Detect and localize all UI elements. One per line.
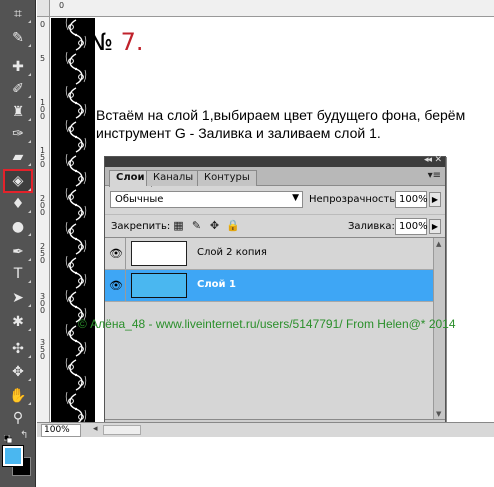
panel-menu-icon[interactable]: ▾≡ xyxy=(428,170,441,181)
step-prefix: № xyxy=(88,28,113,56)
layer-thumbnail xyxy=(131,241,187,266)
ruler-tick-label: 5 xyxy=(39,54,46,63)
eyedropper-icon[interactable]: ✎ xyxy=(4,28,32,48)
panel-tabs: Слои Каналы Контуры ▾≡ xyxy=(105,167,445,187)
ruler-tick-label: 1 5 0 xyxy=(39,146,46,169)
ruler-origin[interactable] xyxy=(37,0,50,17)
hand-icon[interactable]: ✋ xyxy=(4,386,32,406)
path-selection-icon[interactable]: ➤ xyxy=(4,288,32,308)
default-colors-icon[interactable] xyxy=(3,433,13,444)
healing-brush-icon[interactable]: ✚ xyxy=(4,57,32,77)
zoom-icon[interactable]: ⚲ xyxy=(4,408,32,428)
visibility-eye-icon[interactable]: 👁 xyxy=(107,270,126,301)
lock-transparency-icon[interactable]: ▦ xyxy=(172,219,185,232)
blend-row: Обычные ▼ Непрозрачность: 100% ▶ xyxy=(105,188,445,210)
status-menu-arrow-icon[interactable]: ◂ xyxy=(93,424,98,434)
fill-field[interactable]: 100% xyxy=(395,218,428,235)
ruler-tick-label: 0 xyxy=(39,20,46,29)
ruler-tick-label: 2 0 0 xyxy=(39,194,46,217)
visibility-eye-icon[interactable]: 👁 xyxy=(107,238,126,269)
brush-icon[interactable]: ✐ xyxy=(4,79,32,99)
ruler-tick-label: 2 5 0 xyxy=(39,242,46,265)
lace-ornament xyxy=(65,18,87,422)
lock-row: Закрепить: ▦ ✎ ✥ 🔒 Заливка: 100% ▶ xyxy=(105,214,445,236)
lock-label: Закрепить: xyxy=(111,221,171,232)
chevron-down-icon: ▼ xyxy=(292,193,299,203)
tab-channels[interactable]: Каналы xyxy=(146,170,201,186)
pen-icon[interactable]: ✒ xyxy=(4,242,32,262)
eraser-icon[interactable]: ▰ xyxy=(4,147,32,167)
collapse-panel-icon[interactable]: ◂◂ xyxy=(424,155,432,165)
horizontal-ruler: 0 xyxy=(37,0,494,17)
tab-paths[interactable]: Контуры xyxy=(197,170,257,186)
panel-titlebar[interactable]: ◂◂ ✕ xyxy=(105,155,445,167)
3d-rotate-icon[interactable]: ✣ xyxy=(4,339,32,359)
opacity-label: Непрозрачность: xyxy=(309,194,399,205)
fill-label: Заливка: xyxy=(348,221,395,232)
page-background xyxy=(37,437,494,487)
ruler-tick-label: 3 0 0 xyxy=(39,292,46,315)
tools-panel: ⌗ ✎ ✚ ✐ ♜ ✑ ▰ ◈ ♦ ● ✒ T ➤ ✱ ✣ ✥ ✋ ⚲ ↰ xyxy=(0,0,36,487)
watermark-text: © Алёна_48 - www.liveinternet.ru/users/5… xyxy=(78,317,456,331)
crop-icon[interactable]: ⌗ xyxy=(4,4,32,24)
paint-bucket-icon[interactable]: ◈ xyxy=(3,169,33,193)
blend-mode-select[interactable]: Обычные ▼ xyxy=(110,191,303,208)
horizontal-scrollbar[interactable] xyxy=(103,425,141,435)
scroll-up-icon[interactable]: ▲ xyxy=(436,240,441,248)
blend-mode-value: Обычные xyxy=(115,194,164,205)
layer-name[interactable]: Слой 2 копия xyxy=(197,247,267,258)
swap-colors-icon[interactable]: ↰ xyxy=(20,430,28,441)
ruler-tick-label: 0 xyxy=(59,1,65,10)
layer-row-selected[interactable]: 👁 Слой 1 xyxy=(105,270,433,302)
step-title: № 7. xyxy=(88,28,144,56)
layer-name[interactable]: Слой 1 xyxy=(197,279,236,290)
history-brush-icon[interactable]: ✑ xyxy=(4,124,32,144)
lace-border-image xyxy=(51,18,95,422)
vertical-ruler: 0 5 1 0 0 1 5 0 2 0 0 2 5 0 3 0 0 3 5 0 xyxy=(37,17,50,423)
ruler-tick-label: 1 0 0 xyxy=(39,98,46,121)
clone-stamp-icon[interactable]: ♜ xyxy=(4,102,32,122)
layer-thumbnail xyxy=(131,273,187,298)
zoom-field[interactable]: 100% xyxy=(41,424,81,437)
lock-pixels-icon[interactable]: ✎ xyxy=(190,219,203,232)
fill-slider-toggle[interactable]: ▶ xyxy=(429,219,441,234)
step-number: 7. xyxy=(120,28,144,56)
scroll-down-icon[interactable]: ▼ xyxy=(436,410,441,418)
custom-shape-icon[interactable]: ✱ xyxy=(4,312,32,332)
foreground-color-swatch[interactable] xyxy=(2,445,24,467)
close-panel-icon[interactable]: ✕ xyxy=(434,155,442,165)
instruction-text: Встаём на слой 1,выбираем цвет будущего … xyxy=(96,107,466,141)
3d-orbit-icon[interactable]: ✥ xyxy=(4,362,32,382)
layers-panel: ◂◂ ✕ Слои Каналы Контуры ▾≡ Обычные ▼ Не… xyxy=(104,155,446,440)
layer-row[interactable]: 👁 Слой 2 копия xyxy=(105,238,433,270)
lock-position-icon[interactable]: ✥ xyxy=(208,219,221,232)
ruler-tick-label: 3 5 0 xyxy=(39,338,46,361)
opacity-slider-toggle[interactable]: ▶ xyxy=(429,192,441,207)
dodge-icon[interactable]: ● xyxy=(4,217,32,237)
blur-icon[interactable]: ♦ xyxy=(4,194,32,214)
lock-all-icon[interactable]: 🔒 xyxy=(226,219,240,232)
status-bar: 100% ◂ xyxy=(37,422,494,437)
type-icon[interactable]: T xyxy=(4,264,32,284)
opacity-field[interactable]: 100% xyxy=(395,191,428,208)
